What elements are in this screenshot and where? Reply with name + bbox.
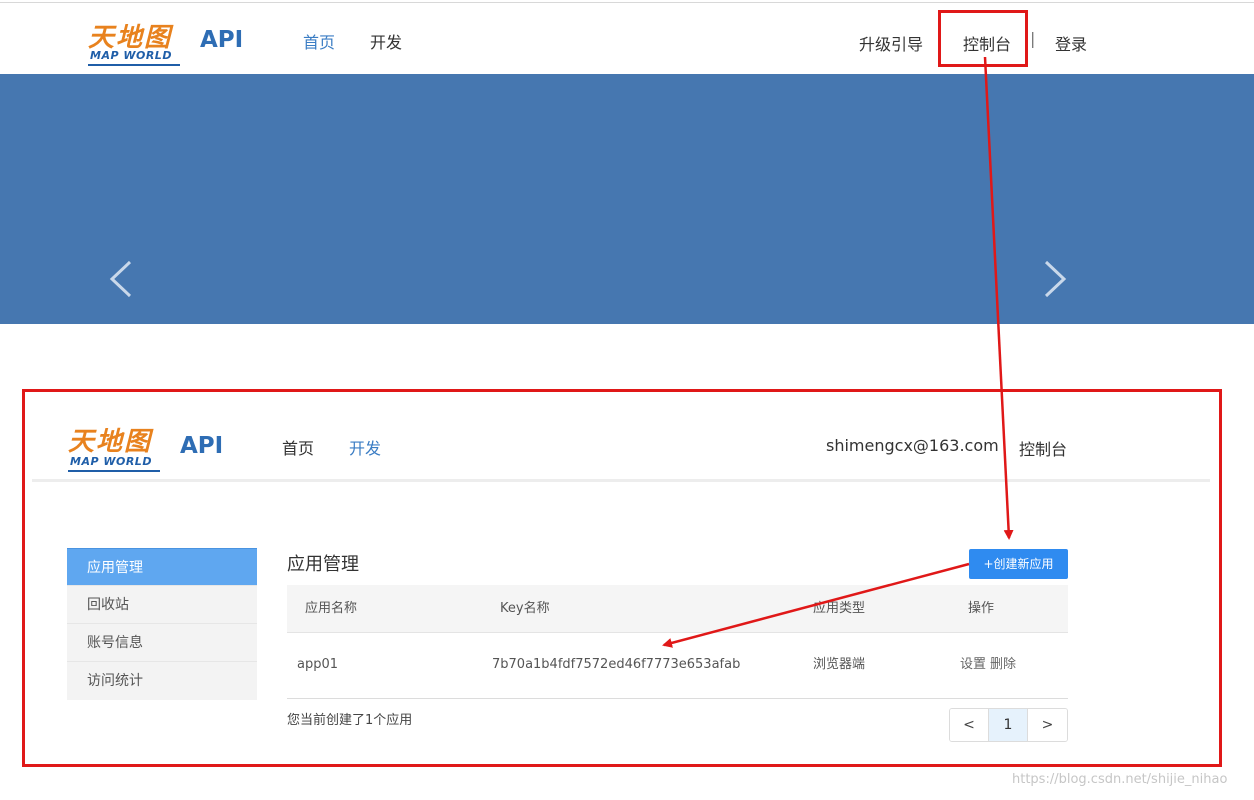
console-logo-underline	[68, 470, 160, 472]
actions-cell: 设置 删除	[960, 633, 1020, 697]
pagination: < 1 >	[949, 708, 1068, 742]
sidebar-item-app-management[interactable]: 应用管理	[67, 548, 257, 586]
logo-underline	[88, 64, 180, 66]
banner-carousel	[0, 74, 1254, 324]
user-email[interactable]: shimengcx@163.com	[826, 436, 999, 455]
logo-english-text: MAP WORLD	[90, 49, 172, 62]
column-header-app-name: 应用名称	[305, 601, 358, 616]
top-header: 天地图 MAP WORLD API 首页 开发 升级引导 控制台 | 登录	[0, 3, 1254, 74]
table-row: app01 7b70a1b4fdf7572ed46f7773e653afab 浏…	[287, 633, 1068, 699]
column-header-app-type: 应用类型	[813, 601, 866, 616]
watermark: https://blog.csdn.net/shijie_nihao	[1012, 772, 1228, 787]
header-separator	[32, 479, 1210, 482]
chevron-right-icon[interactable]	[1034, 254, 1074, 304]
console-logo-api-text: API	[180, 433, 224, 459]
nav-upgrade-guide[interactable]: 升级引导	[859, 31, 923, 55]
sidebar: 应用管理 回收站 账号信息 访问统计	[67, 548, 257, 700]
console-nav-home[interactable]: 首页	[282, 435, 314, 459]
app-type-cell: 浏览器端	[813, 657, 866, 672]
console-highlight-box	[938, 10, 1028, 67]
site-logo[interactable]: 天地图 MAP WORLD API	[88, 17, 248, 67]
sidebar-item-access-stats[interactable]: 访问统计	[67, 662, 257, 700]
settings-link[interactable]: 设置	[960, 657, 986, 672]
app-key-cell: 7b70a1b4fdf7572ed46f7773e653afab	[492, 657, 741, 672]
pagination-prev-button[interactable]: <	[950, 709, 989, 741]
section-title: 应用管理	[287, 554, 359, 575]
nav-home[interactable]: 首页	[303, 29, 335, 53]
pagination-next-button[interactable]: >	[1028, 709, 1067, 741]
sidebar-item-recycle-bin[interactable]: 回收站	[67, 586, 257, 624]
create-app-button[interactable]: +创建新应用	[969, 549, 1068, 579]
console-logo-chinese-text: 天地图	[68, 427, 153, 457]
nav-login[interactable]: 登录	[1055, 31, 1087, 55]
console-nav-console[interactable]: 控制台	[1019, 436, 1067, 460]
console-nav-develop[interactable]: 开发	[349, 435, 381, 459]
app-count-summary: 您当前创建了1个应用	[287, 713, 413, 728]
nav-develop[interactable]: 开发	[370, 29, 402, 53]
table-header: 应用名称 Key名称 应用类型 操作	[287, 585, 1068, 633]
nav-divider: |	[1030, 29, 1036, 48]
logo-api-text: API	[200, 27, 244, 53]
sidebar-item-account-info[interactable]: 账号信息	[67, 624, 257, 662]
app-name-cell: app01	[297, 657, 339, 672]
delete-link[interactable]: 删除	[990, 657, 1016, 672]
console-logo-english-text: MAP WORLD	[70, 455, 152, 468]
column-header-actions: 操作	[968, 601, 995, 616]
chevron-left-icon[interactable]	[102, 254, 142, 304]
console-site-logo[interactable]: 天地图 MAP WORLD API	[68, 421, 228, 472]
pagination-page-1[interactable]: 1	[989, 709, 1028, 741]
column-header-key-name: Key名称	[500, 601, 550, 616]
